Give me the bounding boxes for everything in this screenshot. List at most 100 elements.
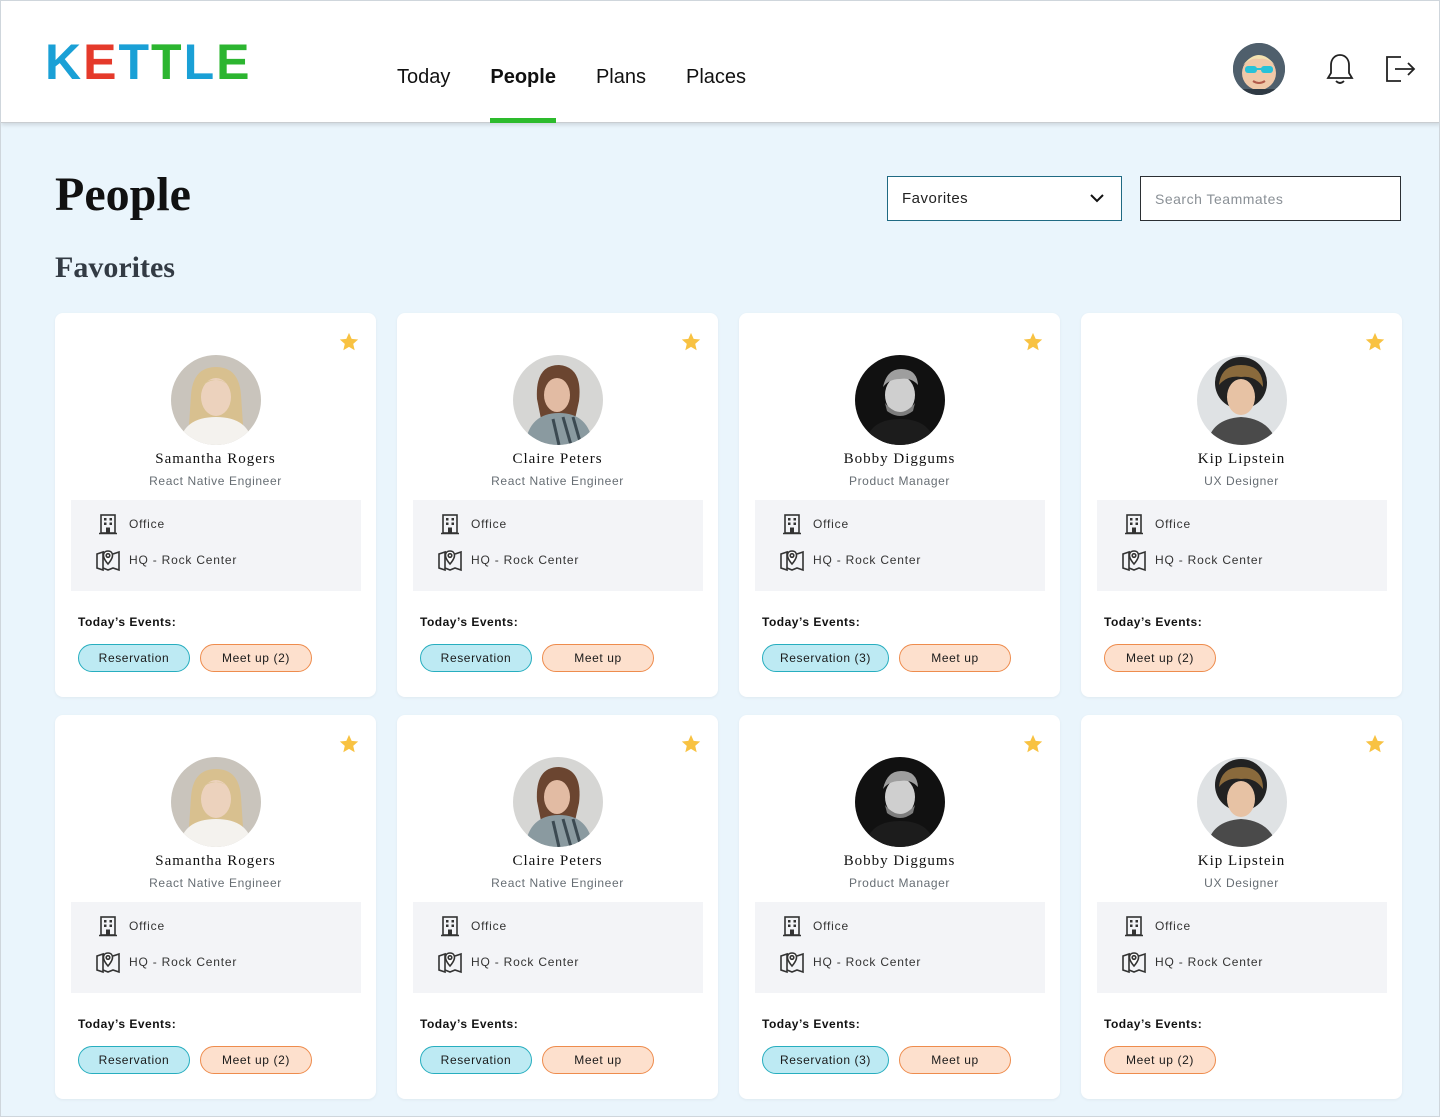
person-card[interactable]: Claire Peters React Native Engineer Offi… bbox=[397, 715, 718, 1099]
map-pin-icon bbox=[1121, 950, 1147, 974]
map-pin-icon bbox=[95, 950, 121, 974]
location-panel: Office HQ - Rock Center bbox=[1097, 500, 1387, 591]
person-name: Claire Peters bbox=[512, 853, 603, 869]
event-pills: Reservation (3) Meet up bbox=[762, 1046, 1021, 1074]
logo-letter: E bbox=[83, 34, 119, 90]
star-icon[interactable] bbox=[680, 733, 702, 755]
meetup-pill[interactable]: Meet up (2) bbox=[1104, 644, 1216, 672]
map-pin-icon bbox=[437, 548, 463, 572]
meetup-pill[interactable]: Meet up bbox=[542, 644, 654, 672]
star-icon[interactable] bbox=[1364, 733, 1386, 755]
logo-letter: T bbox=[151, 34, 184, 90]
person-name: Kip Lipstein bbox=[1197, 853, 1286, 869]
building-icon bbox=[437, 914, 463, 938]
person-card[interactable]: Bobby Diggums Product Manager Office HQ … bbox=[739, 313, 1060, 697]
filter-dropdown[interactable]: Favorites bbox=[887, 176, 1122, 221]
location-name-label: HQ - Rock Center bbox=[129, 955, 238, 969]
kettle-logo[interactable]: K E T T L E bbox=[45, 37, 251, 87]
location-type-row: Office bbox=[95, 512, 165, 536]
search-input[interactable] bbox=[1140, 176, 1401, 221]
location-type-row: Office bbox=[779, 914, 849, 938]
nav-people[interactable]: People bbox=[490, 1, 556, 123]
reservation-pill[interactable]: Reservation (3) bbox=[762, 1046, 889, 1074]
page-title: People bbox=[55, 168, 191, 221]
location-type-label: Office bbox=[813, 919, 849, 933]
reservation-pill[interactable]: Reservation bbox=[420, 1046, 532, 1074]
location-type-label: Office bbox=[813, 517, 849, 531]
meetup-pill[interactable]: Meet up bbox=[899, 1046, 1011, 1074]
reservation-pill[interactable]: Reservation bbox=[78, 1046, 190, 1074]
location-name-row: HQ - Rock Center bbox=[95, 950, 237, 974]
reservation-pill[interactable]: Reservation bbox=[78, 644, 190, 672]
logo-letter: E bbox=[216, 34, 252, 90]
location-name-label: HQ - Rock Center bbox=[1155, 955, 1264, 969]
events-label: Today’s Events: bbox=[762, 1017, 861, 1031]
user-avatar[interactable] bbox=[1233, 43, 1285, 95]
meetup-pill[interactable]: Meet up (2) bbox=[1104, 1046, 1216, 1074]
map-pin-icon bbox=[437, 950, 463, 974]
star-icon[interactable] bbox=[1364, 331, 1386, 353]
meetup-pill[interactable]: Meet up (2) bbox=[200, 1046, 312, 1074]
person-avatar bbox=[1197, 355, 1287, 445]
person-role: Product Manager bbox=[848, 876, 951, 890]
star-icon[interactable] bbox=[338, 331, 360, 353]
person-card[interactable]: Claire Peters React Native Engineer Offi… bbox=[397, 313, 718, 697]
person-role: React Native Engineer bbox=[149, 474, 282, 488]
map-pin-icon bbox=[779, 548, 805, 572]
reservation-pill[interactable]: Reservation (3) bbox=[762, 644, 889, 672]
star-icon[interactable] bbox=[1022, 733, 1044, 755]
app-frame: K E T T L E Today People Plans Places Pe… bbox=[0, 0, 1440, 1117]
nav-today[interactable]: Today bbox=[397, 1, 450, 123]
logo-letter: L bbox=[183, 34, 217, 90]
location-panel: Office HQ - Rock Center bbox=[755, 500, 1045, 591]
nav-places[interactable]: Places bbox=[686, 1, 746, 123]
person-role: Product Manager bbox=[848, 474, 951, 488]
location-name-label: HQ - Rock Center bbox=[471, 955, 580, 969]
person-card[interactable]: Samantha Rogers React Native Engineer Of… bbox=[55, 715, 376, 1099]
location-name-row: HQ - Rock Center bbox=[437, 548, 579, 572]
person-card[interactable]: Samantha Rogers React Native Engineer Of… bbox=[55, 313, 376, 697]
meetup-pill[interactable]: Meet up (2) bbox=[200, 644, 312, 672]
location-type-row: Office bbox=[1121, 512, 1191, 536]
nav-plans[interactable]: Plans bbox=[596, 1, 646, 123]
bell-icon[interactable] bbox=[1323, 52, 1357, 86]
filter-selected-value: Favorites bbox=[902, 190, 969, 207]
events-label: Today’s Events: bbox=[420, 615, 519, 629]
person-name: Bobby Diggums bbox=[843, 451, 956, 467]
location-type-row: Office bbox=[437, 512, 507, 536]
star-icon[interactable] bbox=[1022, 331, 1044, 353]
building-icon bbox=[779, 914, 805, 938]
location-name-row: HQ - Rock Center bbox=[1121, 950, 1263, 974]
person-avatar bbox=[171, 757, 261, 847]
logout-icon[interactable] bbox=[1383, 52, 1417, 86]
star-icon[interactable] bbox=[680, 331, 702, 353]
location-name-row: HQ - Rock Center bbox=[779, 548, 921, 572]
meetup-pill[interactable]: Meet up bbox=[542, 1046, 654, 1074]
building-icon bbox=[95, 914, 121, 938]
top-header: K E T T L E Today People Plans Places bbox=[1, 1, 1439, 123]
map-pin-icon bbox=[779, 950, 805, 974]
location-type-label: Office bbox=[471, 919, 507, 933]
events-label: Today’s Events: bbox=[78, 615, 177, 629]
location-name-row: HQ - Rock Center bbox=[95, 548, 237, 572]
person-card[interactable]: Bobby Diggums Product Manager Office HQ … bbox=[739, 715, 1060, 1099]
person-card[interactable]: Kip Lipstein UX Designer Office HQ - Roc… bbox=[1081, 715, 1402, 1099]
location-name-label: HQ - Rock Center bbox=[129, 553, 238, 567]
person-avatar bbox=[171, 355, 261, 445]
reservation-pill[interactable]: Reservation bbox=[420, 644, 532, 672]
person-card[interactable]: Kip Lipstein UX Designer Office HQ - Roc… bbox=[1081, 313, 1402, 697]
building-icon bbox=[95, 512, 121, 536]
person-name: Samantha Rogers bbox=[155, 451, 276, 467]
logo-letter: K bbox=[45, 34, 84, 90]
location-panel: Office HQ - Rock Center bbox=[71, 500, 361, 591]
location-name-label: HQ - Rock Center bbox=[813, 955, 922, 969]
map-pin-icon bbox=[1121, 548, 1147, 572]
person-role: UX Designer bbox=[1204, 876, 1279, 890]
location-panel: Office HQ - Rock Center bbox=[71, 902, 361, 993]
star-icon[interactable] bbox=[338, 733, 360, 755]
person-avatar bbox=[855, 757, 945, 847]
map-pin-icon bbox=[95, 548, 121, 572]
meetup-pill[interactable]: Meet up bbox=[899, 644, 1011, 672]
events-label: Today’s Events: bbox=[78, 1017, 177, 1031]
building-icon bbox=[779, 512, 805, 536]
